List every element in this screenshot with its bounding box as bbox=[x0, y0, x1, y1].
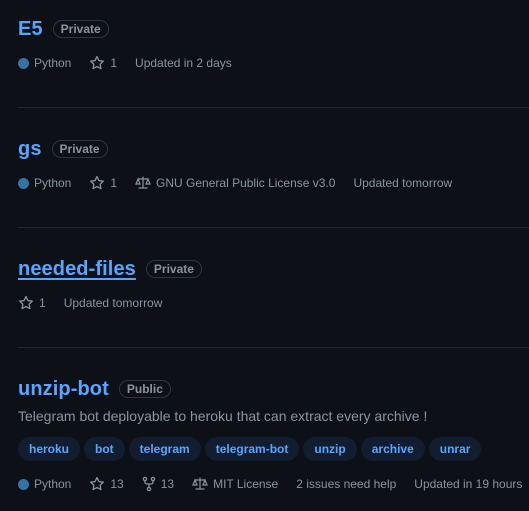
language-name: Python bbox=[34, 56, 72, 70]
stargazers-link[interactable]: 1 bbox=[89, 175, 117, 191]
language-name: Python bbox=[34, 477, 72, 491]
updated-time: Updated in 2 days bbox=[135, 56, 232, 70]
star-count: 13 bbox=[110, 477, 124, 491]
divider bbox=[18, 347, 529, 348]
updated-time: Updated tomorrow bbox=[353, 176, 453, 190]
license-name: MIT License bbox=[213, 477, 279, 491]
fork-count: 13 bbox=[160, 477, 175, 491]
language-color-dot bbox=[18, 177, 29, 189]
stargazers-link[interactable]: 13 bbox=[89, 476, 124, 492]
repo-item-e5: E5 Private Python 1 Updated in 2 days bbox=[0, 16, 529, 72]
topic-tag[interactable]: telegram bbox=[128, 437, 201, 461]
stargazers-link[interactable]: 1 bbox=[18, 295, 46, 311]
license: GNU General Public License v3.0 bbox=[135, 175, 335, 191]
forks-link[interactable]: 13 bbox=[142, 476, 174, 492]
star-icon bbox=[89, 476, 105, 492]
law-icon bbox=[192, 476, 208, 492]
language-name: Python bbox=[34, 176, 72, 190]
visibility-badge: Public bbox=[118, 380, 171, 398]
repo-item-gs: gs Private Python 1 GNU General Public L… bbox=[0, 136, 529, 192]
topic-tag[interactable]: unrar bbox=[428, 437, 482, 461]
repo-name-link[interactable]: needed-files bbox=[18, 258, 136, 281]
topic-tag[interactable]: unzip bbox=[303, 437, 357, 461]
repo-description: Telegram bot deployable to heroku that c… bbox=[18, 408, 428, 424]
star-icon bbox=[18, 295, 34, 311]
repo-item-needed-files: needed-files Private 1 Updated tomorrow bbox=[0, 256, 529, 312]
star-count: 1 bbox=[110, 176, 118, 190]
stargazers-link[interactable]: 1 bbox=[89, 55, 117, 71]
divider bbox=[18, 107, 529, 108]
language: Python bbox=[18, 477, 71, 491]
language: Python bbox=[18, 176, 71, 190]
repo-name-link[interactable]: unzip-bot bbox=[18, 378, 109, 401]
star-icon bbox=[89, 175, 105, 191]
law-icon bbox=[135, 175, 151, 191]
repo-name-link[interactable]: gs bbox=[18, 138, 42, 161]
star-count: 1 bbox=[39, 296, 46, 310]
language-color-dot bbox=[18, 478, 29, 490]
help-wanted-issues-link[interactable]: 2 issues need help bbox=[296, 477, 396, 491]
visibility-badge: Private bbox=[52, 20, 109, 38]
repo-forked-icon bbox=[142, 476, 156, 492]
updated-time: Updated in 19 hours bbox=[414, 477, 523, 491]
language-color-dot bbox=[18, 57, 29, 69]
visibility-badge: Private bbox=[145, 260, 202, 278]
divider bbox=[18, 227, 529, 228]
repo-item-unzip-bot: unzip-bot Public Telegram bot deployable… bbox=[0, 376, 529, 493]
repo-name-link[interactable]: E5 bbox=[18, 18, 43, 41]
topic-tag[interactable]: telegram-bot bbox=[204, 437, 300, 461]
license-name: GNU General Public License v3.0 bbox=[156, 176, 336, 190]
language: Python bbox=[18, 56, 71, 70]
star-icon bbox=[89, 55, 105, 71]
topic-tag[interactable]: heroku bbox=[18, 437, 81, 461]
topic-tag[interactable]: bot bbox=[84, 437, 125, 461]
topic-tag[interactable]: archive bbox=[360, 437, 425, 461]
license: MIT License bbox=[192, 476, 278, 492]
updated-time: Updated tomorrow bbox=[63, 296, 163, 310]
visibility-badge: Private bbox=[51, 140, 108, 158]
star-count: 1 bbox=[110, 56, 118, 70]
